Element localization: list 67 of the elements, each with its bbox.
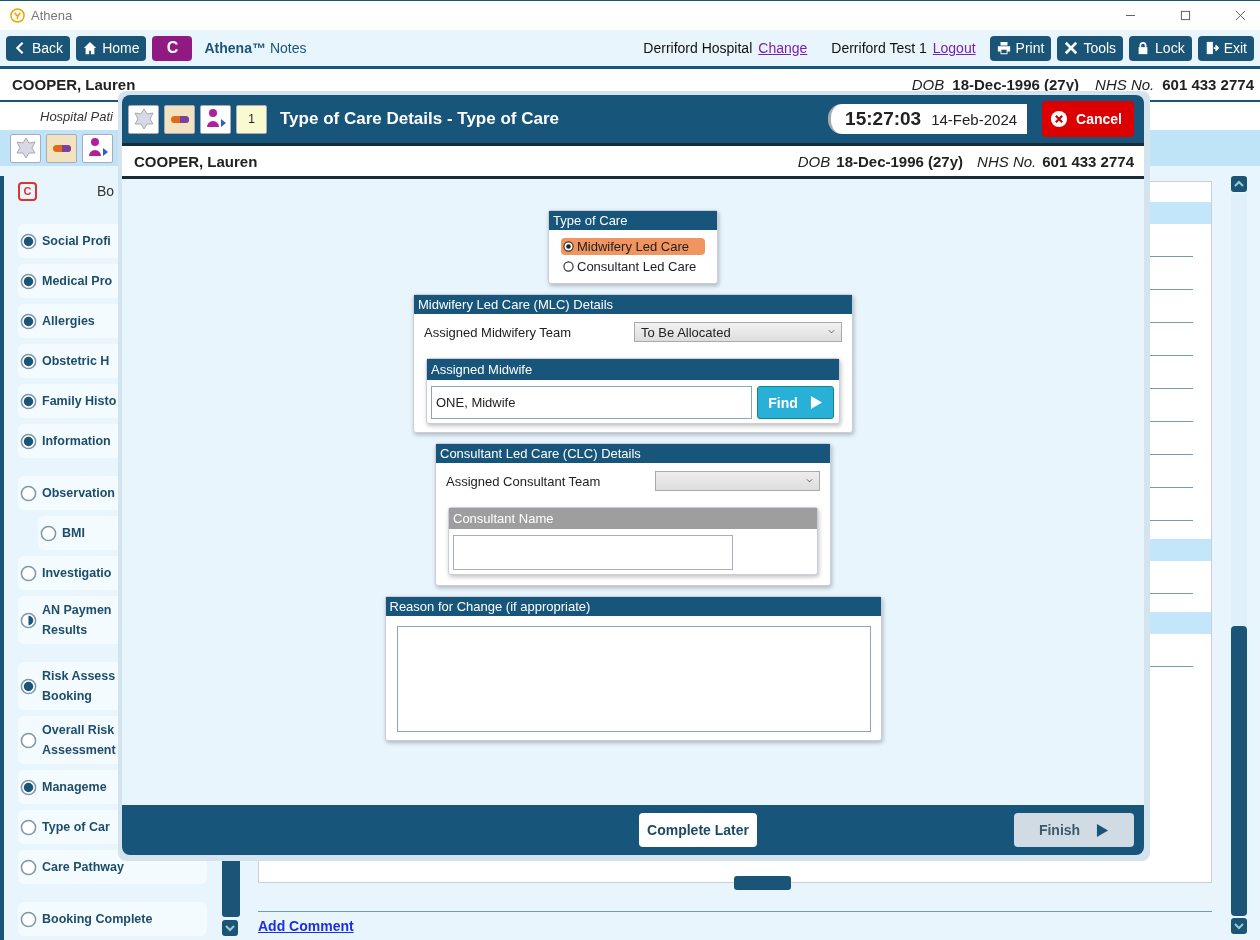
add-comment-link[interactable]: Add Comment (258, 911, 1212, 934)
dob-value: 18-Dec-1996 (27y) (836, 152, 964, 170)
dob-label: DOB (911, 76, 945, 93)
patient-name: COOPER, Lauren (134, 152, 258, 170)
c-badge: C (18, 181, 37, 201)
close-icon[interactable] (1235, 10, 1246, 21)
complete-later-button[interactable]: Complete Later (639, 813, 757, 847)
cancel-button[interactable]: Cancel (1042, 101, 1134, 137)
exit-icon (1204, 41, 1219, 55)
app-logo-icon (10, 8, 25, 23)
sidebar-item[interactable]: Booking Complete (18, 902, 207, 936)
subheader-text: Hospital Pati (40, 108, 113, 124)
dob-label: DOB (797, 152, 831, 170)
pill-icon[interactable] (46, 133, 77, 163)
field-label: Assigned Consultant Team (446, 473, 601, 489)
panel-header: Reason for Change (if appropriate) (385, 597, 881, 616)
change-link[interactable]: Change (758, 40, 808, 56)
panel-header: Consultant Led Care (CLC) Details (436, 444, 830, 463)
app-name: Athena™ (204, 40, 266, 56)
toolbar-button[interactable]: Back (6, 35, 71, 61)
play-icon (809, 395, 823, 410)
flower-icon[interactable] (128, 104, 159, 134)
toolbar-button[interactable]: Exit (1197, 35, 1254, 61)
nhs-label: NHS No. (1095, 76, 1155, 93)
radio-option[interactable]: Midwifery Led Care (561, 238, 705, 255)
date-text: 14-Feb-2024 (931, 110, 1018, 128)
radio-icon (563, 261, 574, 272)
midwife-field[interactable]: ONE, Midwife (431, 386, 752, 419)
pill-icon[interactable] (164, 104, 195, 134)
notepad-icon[interactable]: 1 (236, 104, 267, 134)
scroll-down-icon[interactable] (222, 920, 238, 936)
scroll-up-icon[interactable] (1231, 176, 1247, 192)
section-title: Bo (97, 183, 115, 199)
toolbar-button[interactable]: Lock (1129, 35, 1192, 61)
panel-header: Consultant Name (449, 508, 817, 529)
team-dropdown[interactable]: To Be Allocated (634, 322, 842, 342)
nhs-label: NHS No. (977, 152, 1037, 170)
caret-icon (806, 478, 813, 484)
time-text: 15:27:03 (845, 108, 922, 130)
radio-icon (563, 241, 574, 252)
close-circle-icon (1050, 110, 1069, 128)
logout-link[interactable]: Logout (932, 40, 976, 56)
toolbar-button[interactable]: Print (989, 35, 1052, 61)
panel-header: Assigned Midwife (427, 359, 839, 380)
printer-icon (996, 41, 1011, 55)
caret-icon (828, 329, 835, 335)
radio-option[interactable]: Consultant Led Care (561, 258, 705, 275)
patient-name: COOPER, Lauren (12, 76, 136, 93)
c-badge[interactable]: C (152, 35, 193, 61)
toolbar-button[interactable]: Home (76, 35, 147, 61)
user-name: Derriford Test 1 (831, 40, 927, 56)
maximize-icon[interactable] (1180, 10, 1191, 21)
panel-header: Midwifery Led Care (MLC) Details (414, 295, 852, 314)
panel-header: Type of Care (549, 211, 717, 230)
app-suffix: Notes (269, 40, 307, 56)
home-icon (83, 41, 98, 55)
nhs-value: 601 433 2774 (1162, 76, 1254, 93)
dialog-title: Type of Care Details - Type of Care (280, 109, 559, 129)
reason-text-area[interactable] (396, 626, 871, 732)
play-icon (1096, 822, 1110, 838)
nhs-value: 601 433 2774 (1042, 152, 1134, 170)
scroll-down-icon[interactable] (1231, 918, 1247, 934)
scroll-thumb[interactable] (1231, 626, 1247, 916)
hospital-name: Derriford Hospital (643, 40, 753, 56)
window-title: Athena (31, 8, 73, 23)
field-label: Assigned Midwifery Team (424, 324, 572, 340)
toolbar-button[interactable]: Tools (1057, 35, 1124, 61)
